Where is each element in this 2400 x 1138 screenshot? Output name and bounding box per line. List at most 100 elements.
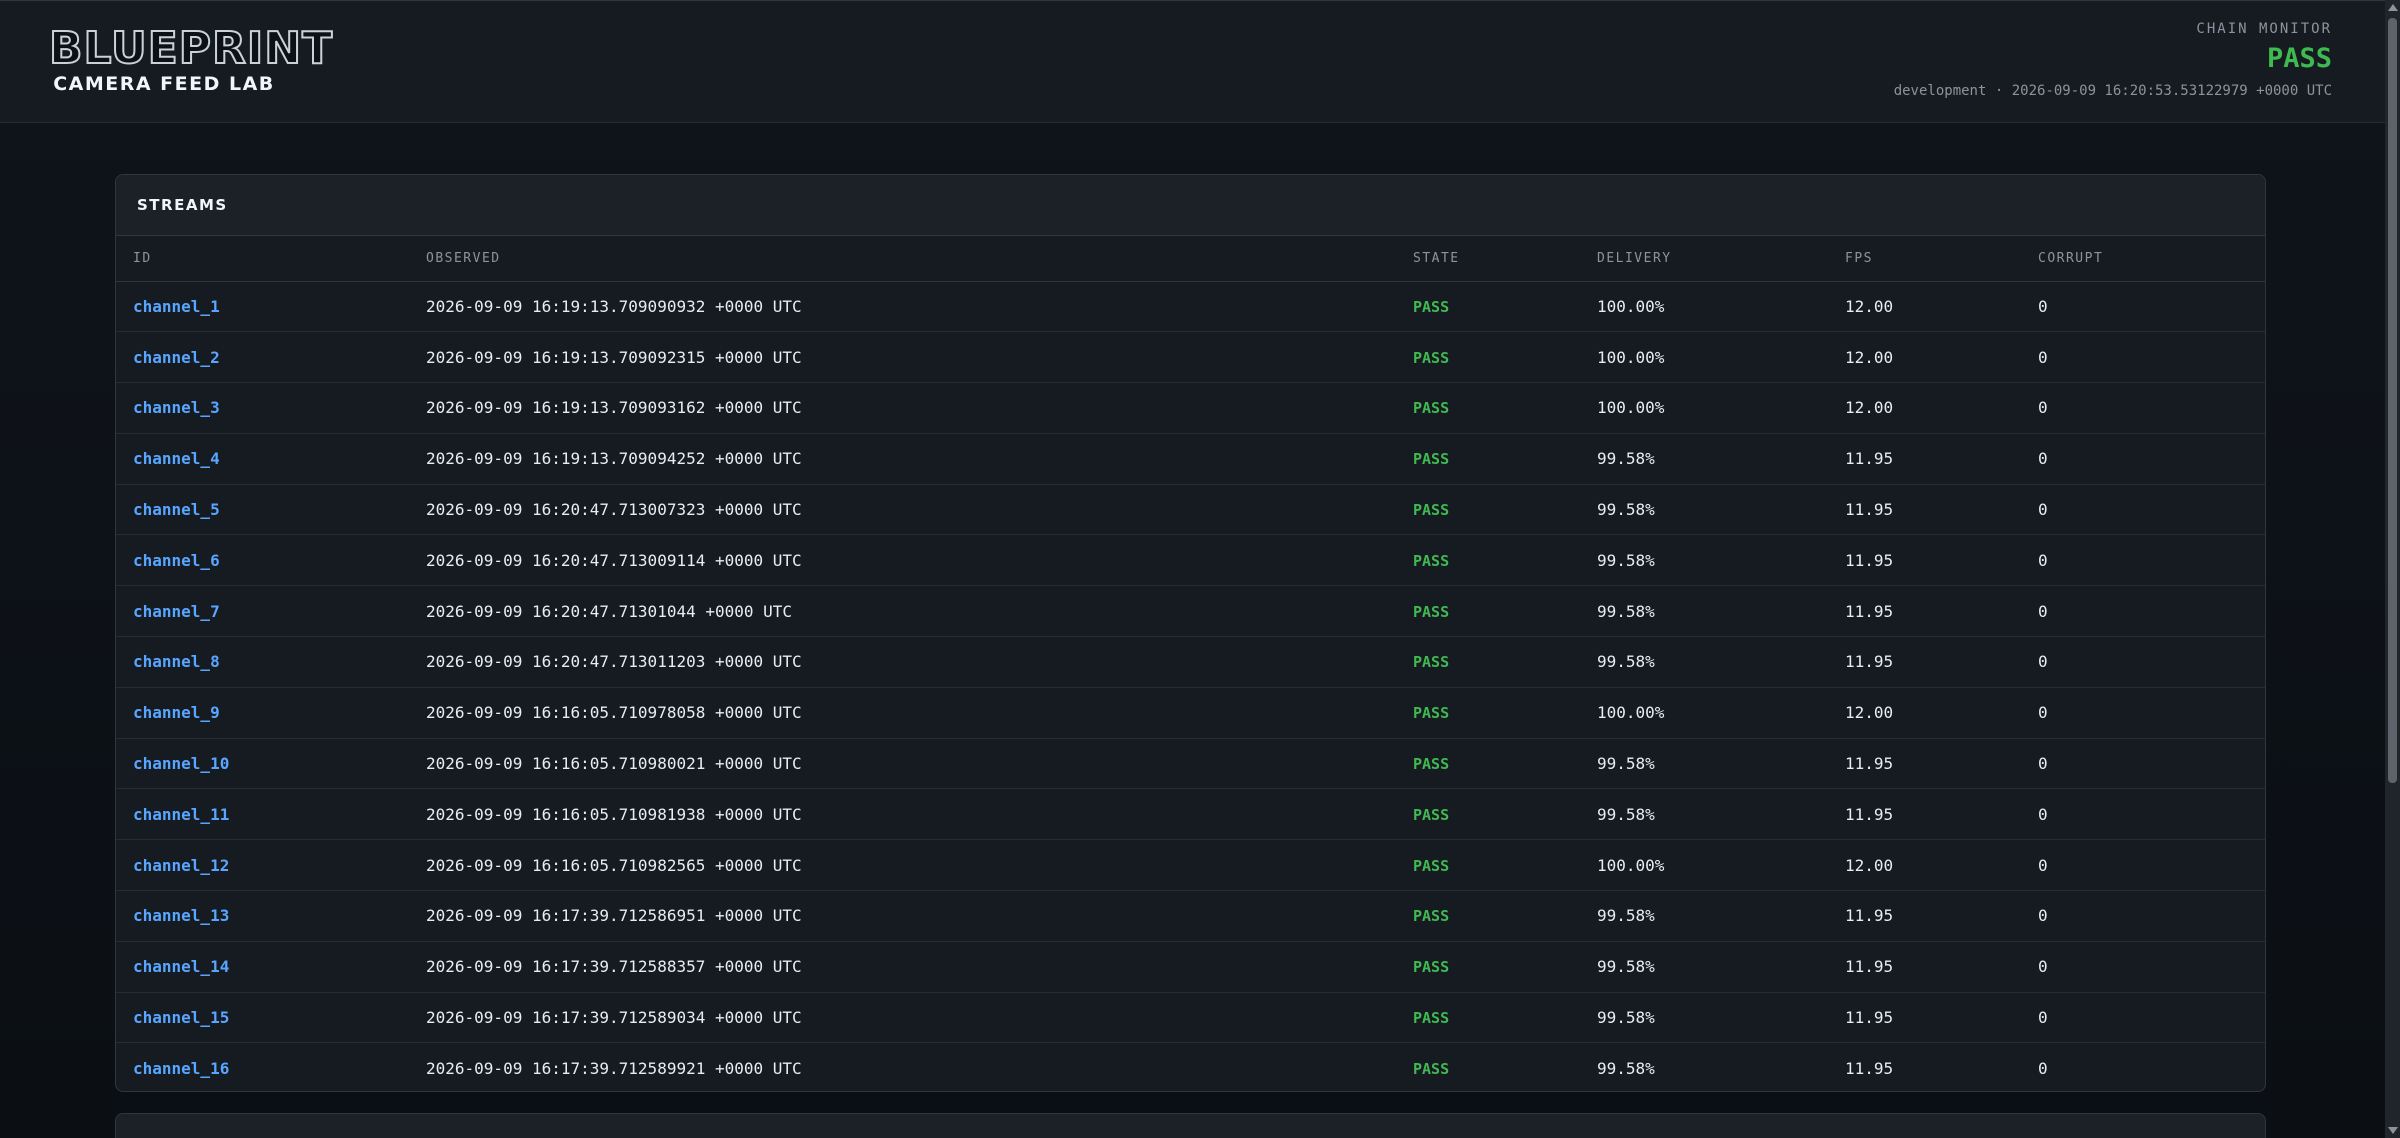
state-badge: PASS (1413, 551, 1450, 570)
vertical-scrollbar[interactable] (2385, 0, 2400, 1138)
cell-delivery: 99.58% (1597, 890, 1845, 942)
cell-state: PASS (1413, 1043, 1597, 1091)
cell-fps: 11.95 (1845, 890, 2038, 942)
cell-id: channel_5 (116, 484, 426, 536)
cell-delivery: 99.58% (1597, 1059, 1655, 1079)
cell-delivery: 99.58% (1597, 484, 1845, 536)
table-row: channel_5 2026-09-09 16:20:47.713007323 +… (116, 484, 2265, 536)
cell-corrupt: 0 (2038, 1059, 2048, 1079)
table-row: channel_11 2026-09-09 16:16:05.710981938 … (116, 788, 2265, 841)
scrollbar-thumb[interactable] (2388, 18, 2397, 783)
table-row: channel_3 2026-09-09 16:19:13.709093162 +… (116, 382, 2265, 434)
state-badge: PASS (1413, 348, 1450, 367)
cell-id: channel_13 (116, 890, 426, 942)
page-viewport: BLUEPRINT CAMERA FEED LAB CHAIN MONITOR … (0, 0, 2385, 1138)
scroll-up-arrow-icon[interactable] (2388, 4, 2398, 11)
cell-fps: 11.95 (1845, 585, 2038, 638)
table-row: channel_1 2026-09-09 16:19:13.709090932 +… (116, 281, 2265, 333)
state-badge: PASS (1413, 755, 1450, 774)
cell-observed: 2026-09-09 16:16:05.710981938 +0000 UTC (426, 788, 1413, 841)
stream-id-link[interactable]: channel_16 (133, 1059, 229, 1078)
stream-id-link[interactable]: channel_15 (133, 1008, 229, 1027)
cell-observed: 2026-09-09 16:16:05.710978058 +0000 UTC (426, 687, 1413, 739)
table-row: channel_16 2026-09-09 16:17:39.712589921 … (116, 1043, 2265, 1091)
cell-corrupt: 0 (2038, 331, 2265, 384)
state-badge: PASS (1413, 602, 1450, 621)
next-panel (115, 1113, 2266, 1138)
cell-corrupt: 0 (2038, 992, 2265, 1044)
cell-state: PASS (1413, 331, 1597, 384)
stream-id-link[interactable]: channel_11 (133, 805, 229, 824)
cell-fps: 12.00 (1845, 382, 2038, 434)
stream-id-link[interactable]: channel_1 (133, 297, 220, 316)
table-row: channel_12 2026-09-09 16:16:05.710982565 … (116, 839, 2265, 892)
cell-fps: 11.95 (1845, 484, 2038, 536)
cell-fps: 12.00 (1845, 687, 2038, 739)
cell-observed: 2026-09-09 16:17:39.712586951 +0000 UTC (426, 890, 1413, 942)
stream-id-link[interactable]: channel_10 (133, 754, 229, 773)
stream-id-link[interactable]: channel_8 (133, 652, 220, 671)
cell-observed: 2026-09-09 16:20:47.71301044 +0000 UTC (426, 585, 1413, 638)
cell-delivery: 99.58% (1597, 534, 1845, 587)
cell-state: PASS (1413, 890, 1597, 942)
table-row: channel_8 2026-09-09 16:20:47.713011203 +… (116, 636, 2265, 688)
stream-id-link[interactable]: channel_9 (133, 703, 220, 722)
state-badge: PASS (1413, 399, 1450, 418)
cell-delivery: 99.58% (1597, 585, 1845, 638)
stream-id-link[interactable]: channel_4 (133, 449, 220, 468)
cell-corrupt: 0 (2038, 738, 2265, 790)
cell-state: PASS (1413, 788, 1597, 841)
table-header-row: ID OBSERVED STATE DELIVERY FPS CORRUPT (116, 236, 2265, 282)
cell-delivery: 100.00% (1597, 331, 1845, 384)
cell-delivery: 99.58% (1597, 636, 1845, 688)
cell-delivery: 99.58% (1597, 433, 1845, 485)
cell-observed: 2026-09-09 16:19:13.709093162 +0000 UTC (426, 382, 1413, 434)
streams-panel-header: STREAMS (116, 175, 2265, 236)
table-row: channel_14 2026-09-09 16:17:39.712588357 … (116, 941, 2265, 993)
state-badge: PASS (1413, 501, 1450, 520)
cell-state: PASS (1413, 281, 1597, 333)
cell-delivery: 100.00% (1597, 382, 1845, 434)
blueprint-logo[interactable]: BLUEPRINT CAMERA FEED LAB (48, 26, 333, 96)
streams-panel: STREAMS ID OBSERVED STATE DELIVERY FPS C… (115, 174, 2266, 1092)
cell-corrupt: 0 (2038, 687, 2265, 739)
scroll-down-arrow-icon[interactable] (2388, 1127, 2398, 1134)
stream-id-link[interactable]: channel_12 (133, 856, 229, 875)
table-row: channel_15 2026-09-09 16:17:39.712589034 … (116, 992, 2265, 1044)
stream-id-link[interactable]: channel_6 (133, 551, 220, 570)
cell-fps: 11.95 (1845, 534, 2038, 587)
cell-fps: 11.95 (1845, 941, 2038, 993)
cell-corrupt: 0 (2038, 941, 2265, 993)
cell-id: channel_10 (116, 738, 426, 790)
state-badge: PASS (1413, 1009, 1450, 1028)
cell-delivery: 100.00% (1597, 687, 1845, 739)
stream-id-link[interactable]: channel_2 (133, 348, 220, 367)
table-row: channel_6 2026-09-09 16:20:47.713009114 +… (116, 534, 2265, 587)
stream-id-link[interactable]: channel_14 (133, 957, 229, 976)
streams-table-body: channel_1 2026-09-09 16:19:13.709090932 +… (116, 281, 2265, 1091)
cell-corrupt: 0 (2038, 788, 2265, 841)
table-row: channel_10 2026-09-09 16:16:05.710980021 … (116, 738, 2265, 790)
cell-id: channel_7 (116, 585, 426, 638)
stream-id-link[interactable]: channel_5 (133, 500, 220, 519)
cell-corrupt: 0 (2038, 890, 2265, 942)
column-header-state: STATE (1413, 236, 1597, 282)
state-badge: PASS (1413, 805, 1450, 824)
cell-id: channel_4 (116, 433, 426, 485)
monitor-meta: development · 2026-09-09 16:20:53.531229… (1893, 83, 2332, 99)
cell-corrupt: 0 (2038, 636, 2265, 688)
table-row: channel_4 2026-09-09 16:19:13.709094252 +… (116, 433, 2265, 485)
cell-fps: 12.00 (1845, 281, 2038, 333)
cell-fps: 11.95 (1845, 433, 2038, 485)
top-header: BLUEPRINT CAMERA FEED LAB CHAIN MONITOR … (0, 0, 2385, 123)
cell-id: channel_1 (116, 281, 426, 333)
stream-id-link[interactable]: channel_3 (133, 398, 220, 417)
cell-id: channel_8 (116, 636, 426, 688)
monitor-label: CHAIN MONITOR (2196, 21, 2332, 37)
stream-id-link[interactable]: channel_7 (133, 602, 220, 621)
cell-state: PASS (1413, 433, 1597, 485)
column-header-observed: OBSERVED (426, 236, 1413, 282)
column-header-delivery: DELIVERY (1597, 236, 1845, 282)
cell-observed: 2026-09-09 16:16:05.710980021 +0000 UTC (426, 738, 1413, 790)
stream-id-link[interactable]: channel_13 (133, 906, 229, 925)
